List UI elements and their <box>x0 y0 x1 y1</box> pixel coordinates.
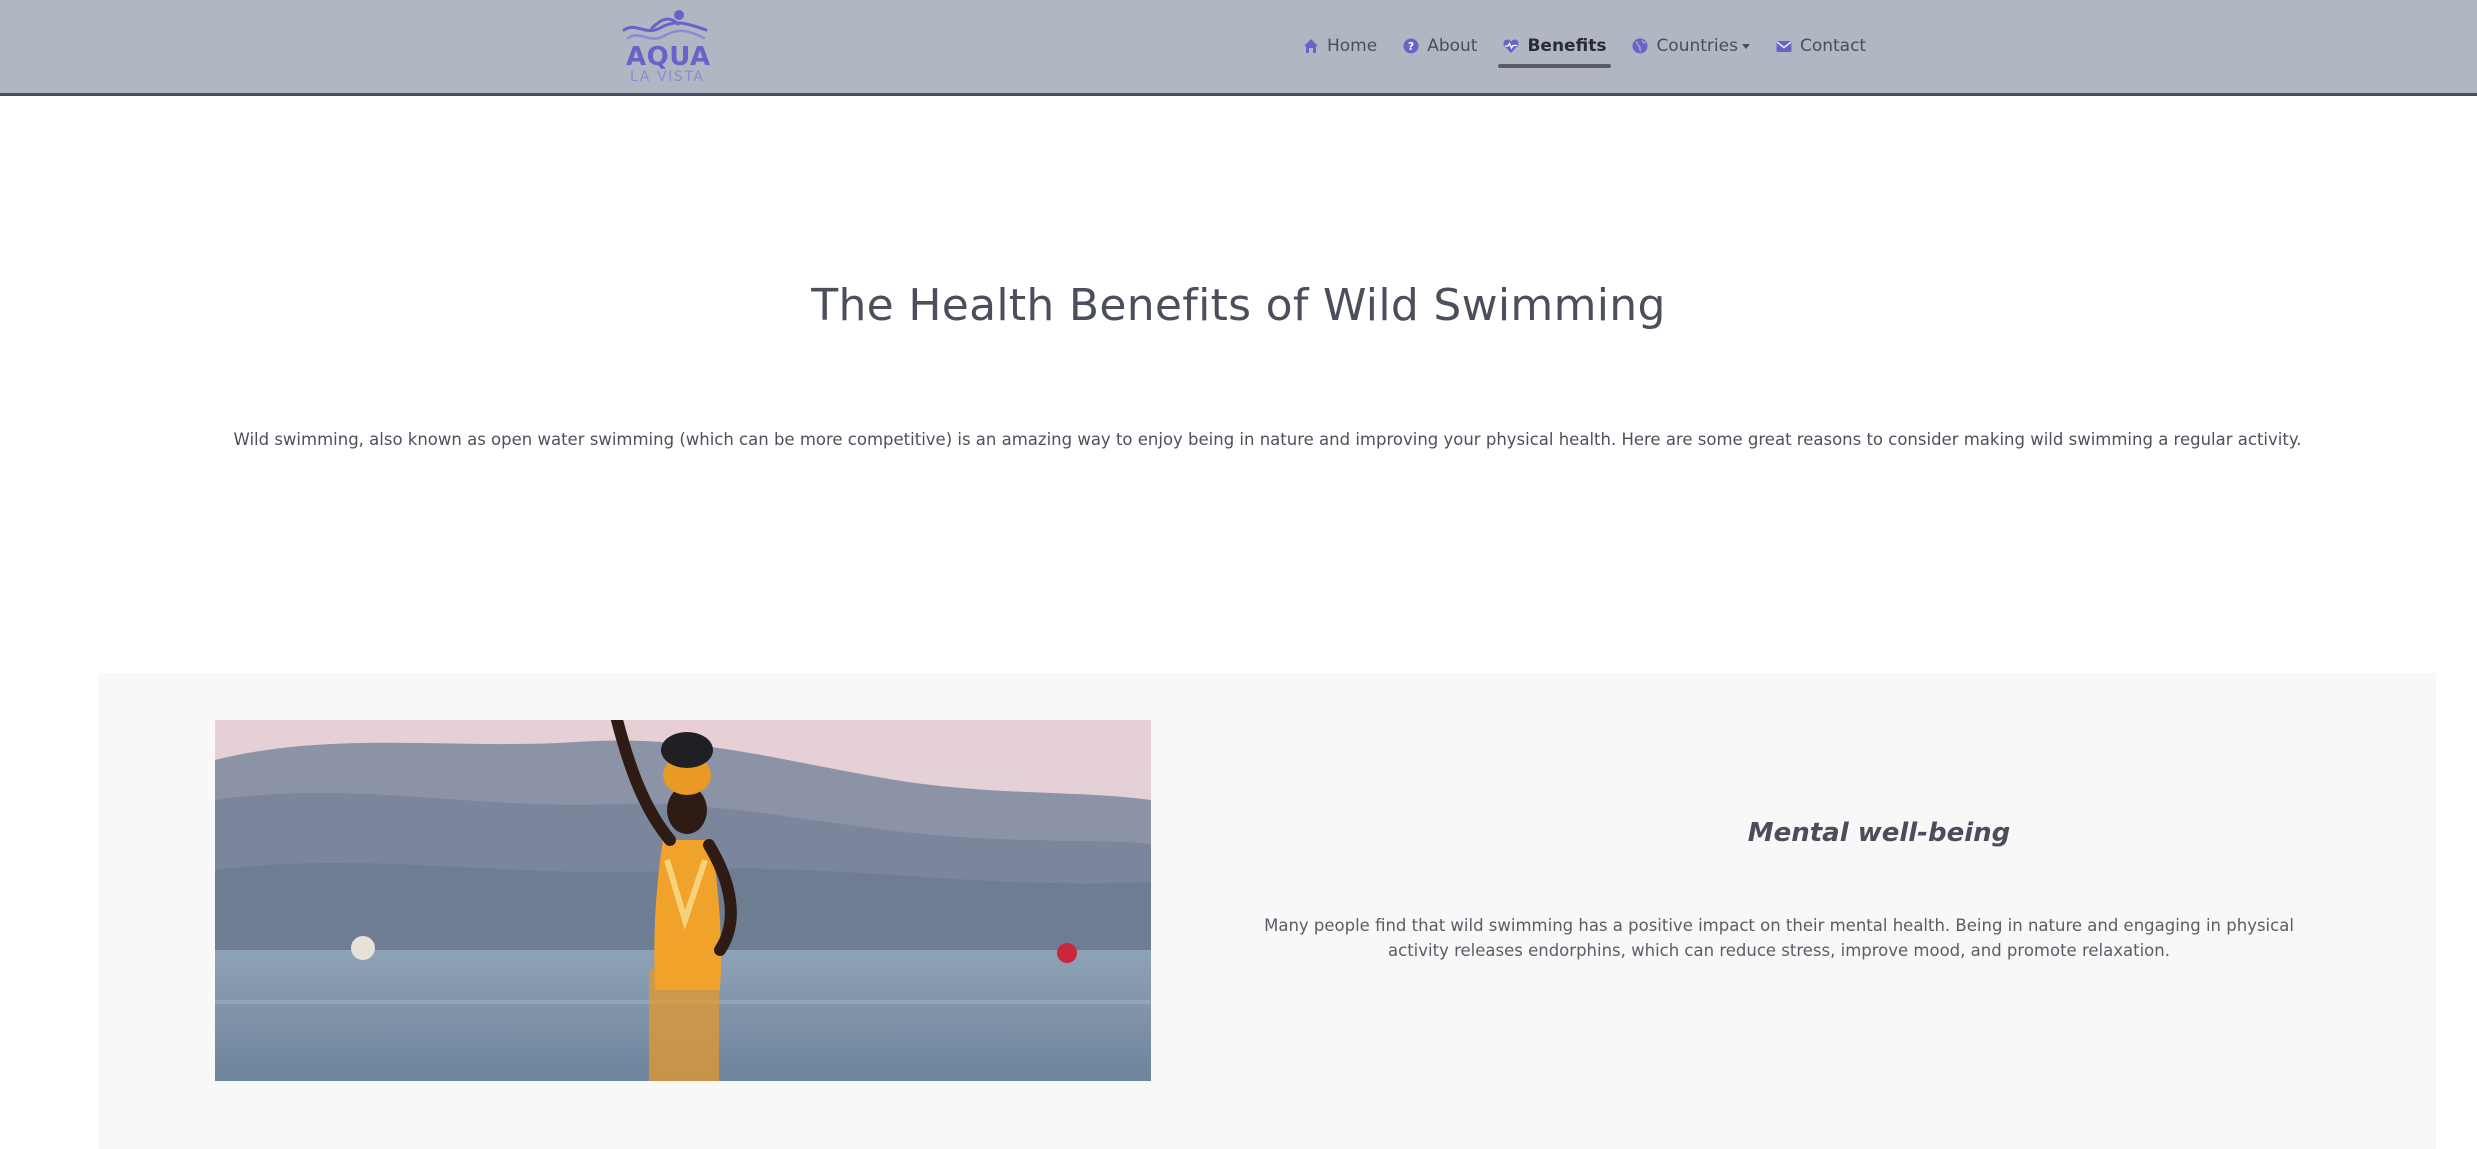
swimmer-logo-icon <box>622 10 708 40</box>
nav-label-contact: Contact <box>1799 36 1867 56</box>
nav-label-countries: Countries <box>1656 36 1738 56</box>
navbar: AQUA LA VISTA Home ? About Benefits Coun… <box>0 0 2477 96</box>
nav-item-countries[interactable]: Countries <box>1619 28 1763 64</box>
benefit-section-mental: Mental well-being Many people find that … <box>98 673 2436 1149</box>
nav-item-about[interactable]: ? About <box>1390 28 1490 64</box>
brand-logo[interactable]: AQUA LA VISTA <box>620 6 711 85</box>
nav-label-about: About <box>1427 36 1478 56</box>
brand-tagline: LA VISTA <box>630 69 705 85</box>
home-icon <box>1303 38 1319 54</box>
question-circle-icon: ? <box>1403 38 1419 54</box>
nav-label-home: Home <box>1327 36 1378 56</box>
heart-pulse-icon <box>1503 38 1519 54</box>
globe-icon <box>1632 38 1648 54</box>
section-heading: Mental well-being <box>1747 818 2011 848</box>
envelope-icon <box>1776 38 1792 54</box>
svg-text:?: ? <box>1408 40 1414 53</box>
nav-label-benefits: Benefits <box>1527 36 1607 56</box>
section-text: Many people find that wild swimming has … <box>1264 916 2294 960</box>
nav-item-home[interactable]: Home <box>1290 28 1390 64</box>
main-nav: Home ? About Benefits Countries Contact <box>1290 26 1879 68</box>
nav-item-contact[interactable]: Contact <box>1763 28 1879 64</box>
intro-paragraph: Wild swimming, also known as open water … <box>233 430 2302 449</box>
page-title: The Health Benefits of Wild Swimming <box>811 280 1666 331</box>
brand-name: AQUA <box>626 42 711 72</box>
nav-item-benefits[interactable]: Benefits <box>1490 28 1619 68</box>
swimmer-photo <box>215 720 1151 1081</box>
chevron-down-icon <box>1741 43 1750 49</box>
